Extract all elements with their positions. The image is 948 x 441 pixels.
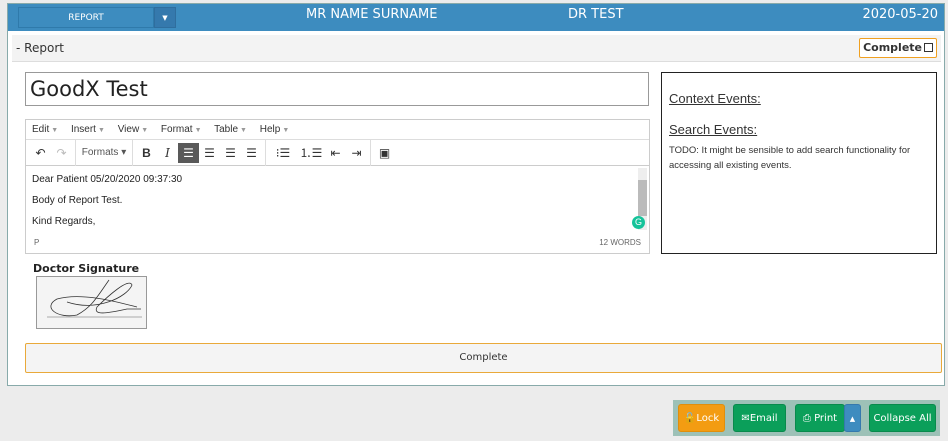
- search-events-title: Search Events:: [669, 122, 758, 137]
- signature-label: Doctor Signature: [33, 262, 140, 275]
- email-button[interactable]: ✉Email: [733, 404, 786, 432]
- print-dropdown-button[interactable]: ▲: [844, 404, 861, 432]
- patient-name: MR NAME SURNAME: [306, 7, 438, 22]
- outdent-icon[interactable]: ⇤: [325, 143, 346, 163]
- complete-checkbox[interactable]: Complete: [859, 38, 937, 58]
- redo-icon[interactable]: ↷: [51, 143, 72, 163]
- italic-icon[interactable]: I: [157, 143, 178, 163]
- editor-menubar: Edit ▼ Insert ▼ View ▼ Format ▼ Table ▼ Help ▼: [26, 120, 649, 140]
- print-button[interactable]: ⎙ Print: [795, 404, 845, 432]
- collapse-toggle[interactable]: -: [16, 41, 20, 55]
- editor-toolbar: ↶ ↷ Formats ▾ B I ☰ ☰ ☰ ☰ ⁝☰ ⒈☰ ⇤ ⇥ ▣: [26, 139, 649, 166]
- element-path: P: [34, 238, 40, 247]
- header-bar: REPORT ▼ MR NAME SURNAME DR TEST 2020-05…: [8, 4, 944, 31]
- image-icon[interactable]: ▣: [374, 143, 395, 163]
- menu-view[interactable]: View ▼: [118, 124, 148, 135]
- report-date: 2020-05-20: [862, 7, 938, 22]
- report-select[interactable]: REPORT: [18, 7, 154, 28]
- envelope-icon: ✉: [741, 413, 750, 424]
- menu-edit[interactable]: Edit ▼: [32, 124, 58, 135]
- signature-image[interactable]: [36, 276, 147, 329]
- content-line: Dear Patient 05/20/2020 09:37:30: [32, 174, 183, 185]
- events-panel: Context Events: Search Events: TODO: It …: [661, 72, 937, 254]
- action-bar: 🔓Lock ✉Email ⎙ Print ▲ Collapse All: [673, 400, 940, 436]
- unlock-icon: 🔓: [683, 413, 697, 424]
- printer-icon: ⎙: [802, 413, 811, 424]
- bold-icon[interactable]: B: [136, 143, 157, 163]
- numbered-list-icon[interactable]: ⒈☰: [297, 143, 325, 163]
- context-events-title: Context Events:: [669, 91, 761, 106]
- align-left-icon[interactable]: ☰: [178, 142, 199, 163]
- content-line: Body of Report Test.: [32, 195, 123, 206]
- word-count: 12 WORDS: [599, 238, 641, 247]
- undo-icon[interactable]: ↶: [30, 143, 51, 163]
- checkbox-icon: [924, 43, 933, 52]
- menu-insert[interactable]: Insert ▼: [71, 124, 105, 135]
- rich-text-editor: Edit ▼ Insert ▼ View ▼ Format ▼ Table ▼ Help ▼…: [25, 119, 650, 254]
- complete-label: Complete: [863, 41, 922, 54]
- report-dropdown-button[interactable]: ▼: [154, 7, 176, 28]
- align-center-icon[interactable]: ☰: [199, 143, 220, 163]
- section-title: Report: [24, 41, 64, 55]
- bullet-list-icon[interactable]: ⁝☰: [269, 143, 297, 163]
- todo-text: TODO: It might be sensible to add search…: [669, 145, 911, 171]
- formats-dropdown[interactable]: Formats ▾: [79, 143, 129, 163]
- doctor-name: DR TEST: [568, 7, 624, 22]
- align-right-icon[interactable]: ☰: [220, 143, 241, 163]
- content-line: Kind Regards,: [32, 216, 96, 227]
- menu-format[interactable]: Format ▼: [161, 124, 202, 135]
- menu-help[interactable]: Help ▼: [260, 124, 290, 135]
- editor-content[interactable]: Dear Patient 05/20/2020 09:37:30 Body of…: [26, 166, 649, 233]
- justify-icon[interactable]: ☰: [241, 143, 262, 163]
- complete-button[interactable]: Complete: [25, 343, 942, 373]
- editor-statusbar: P 12 WORDS: [26, 233, 649, 252]
- menu-table[interactable]: Table ▼: [214, 124, 247, 135]
- report-title-input[interactable]: GoodX Test: [25, 72, 649, 106]
- grammarly-icon[interactable]: G: [632, 216, 645, 229]
- collapse-all-button[interactable]: Collapse All: [869, 404, 936, 432]
- section-header[interactable]: - Report Complete: [12, 35, 941, 62]
- indent-icon[interactable]: ⇥: [346, 143, 367, 163]
- report-panel: REPORT ▼ MR NAME SURNAME DR TEST 2020-05…: [7, 3, 945, 386]
- lock-button[interactable]: 🔓Lock: [678, 404, 725, 432]
